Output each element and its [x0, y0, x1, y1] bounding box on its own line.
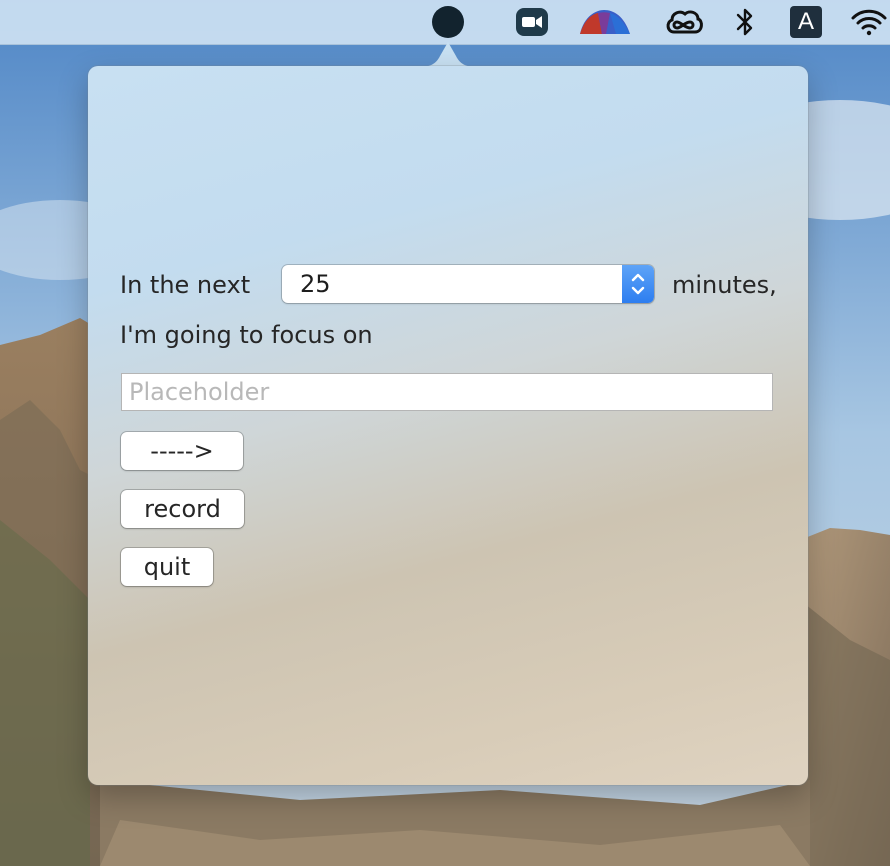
minutes-label: minutes,: [672, 271, 777, 299]
in-the-next-label: In the next: [120, 271, 251, 299]
minutes-stepper[interactable]: 25: [282, 265, 654, 303]
minutes-stepper-value[interactable]: 25: [300, 270, 331, 298]
focus-prompt-label: I'm going to focus on: [120, 321, 373, 349]
up-down-chevron-icon: [631, 273, 645, 295]
tunnelblick-icon[interactable]: [574, 0, 634, 44]
bluetooth-icon[interactable]: [730, 0, 760, 44]
focus-popover: In the next 25 minutes, I'm going to foc…: [88, 66, 808, 785]
focus-topic-input[interactable]: [121, 373, 773, 411]
popover-arrow: [420, 42, 476, 67]
quit-button[interactable]: quit: [121, 548, 213, 586]
wifi-icon[interactable]: [848, 0, 890, 44]
input-source-label: A: [797, 8, 814, 35]
desktop: A In the next 25 minutes, I'm going to f…: [0, 0, 890, 866]
creative-cloud-icon[interactable]: [662, 0, 706, 44]
menu-bar: A: [0, 0, 890, 45]
stepper-arrows-button[interactable]: [622, 265, 654, 303]
zoom-icon[interactable]: [512, 0, 552, 44]
record-button[interactable]: record: [121, 490, 244, 528]
next-arrow-button[interactable]: ----->: [121, 432, 243, 470]
focus-app-icon[interactable]: [426, 0, 470, 44]
input-source-icon[interactable]: A: [788, 0, 824, 44]
